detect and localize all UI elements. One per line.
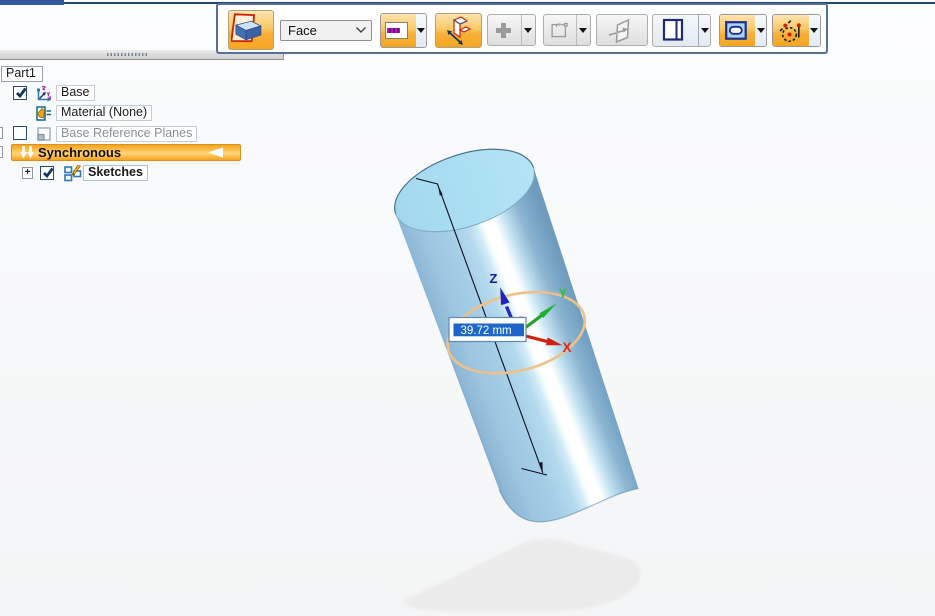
svg-text:Y: Y: [559, 286, 568, 301]
svg-text:39.72 mm: 39.72 mm: [461, 325, 512, 337]
svg-text:Z: Z: [490, 271, 498, 286]
svg-text:X: X: [563, 340, 572, 355]
